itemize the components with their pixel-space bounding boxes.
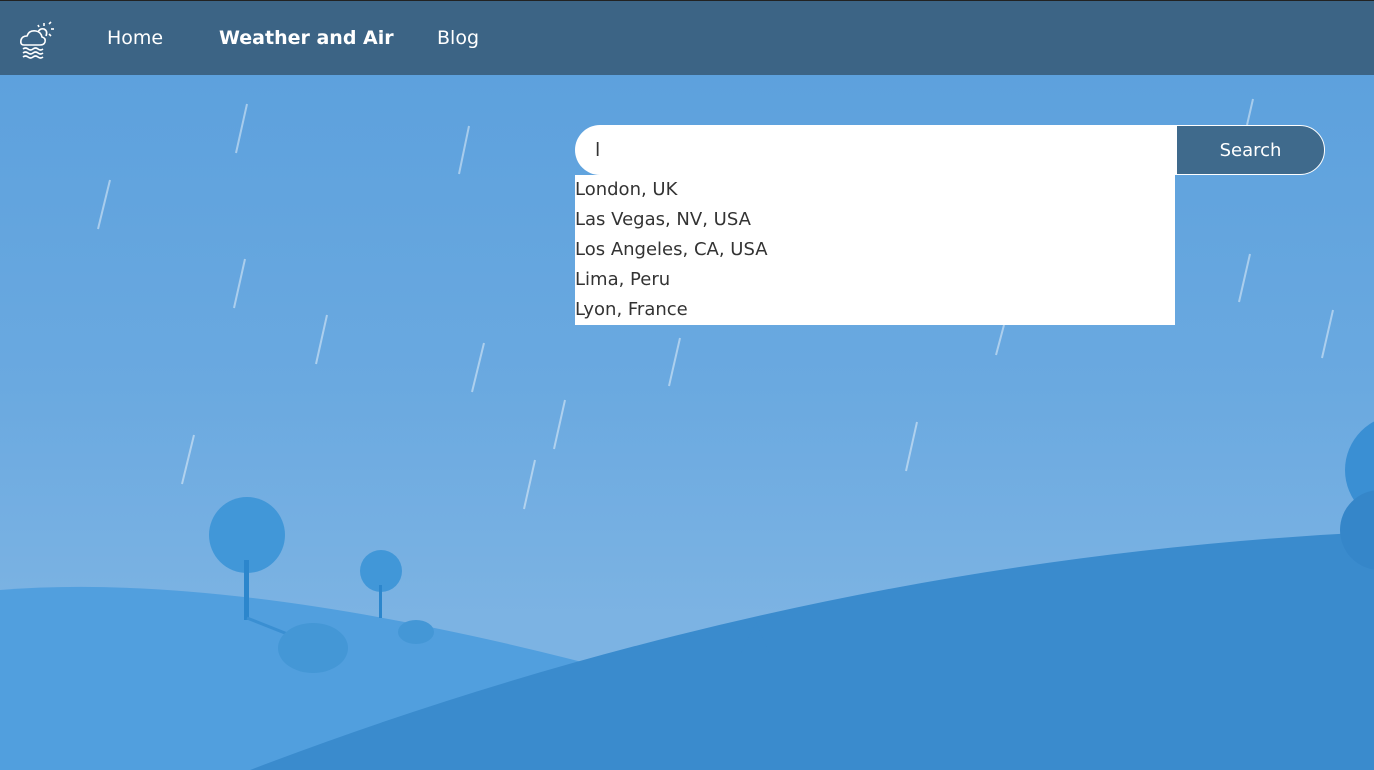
rainy-landscape-background [0, 98, 1374, 770]
nav-home[interactable]: Home [107, 27, 163, 49]
autocomplete-dropdown: London, UK Las Vegas, NV, USA Los Angele… [575, 175, 1175, 325]
search-bar: Search [575, 125, 1325, 175]
nav-weather-and-air[interactable]: Weather and Air [219, 27, 394, 49]
suggestion-item[interactable]: London, UK [575, 175, 1175, 205]
search-button[interactable]: Search [1176, 125, 1325, 175]
top-navbar: Home Weather and Air Blog [0, 0, 1374, 75]
nav-blog[interactable]: Blog [437, 27, 479, 49]
suggestion-item[interactable]: Los Angeles, CA, USA [575, 235, 1175, 265]
suggestion-item[interactable]: Las Vegas, NV, USA [575, 205, 1175, 235]
suggestion-item[interactable]: Lyon, France [575, 295, 1175, 325]
suggestion-item[interactable]: Lima, Peru [575, 265, 1175, 295]
weather-logo-icon[interactable] [18, 21, 58, 61]
city-search-input[interactable] [575, 125, 1177, 175]
